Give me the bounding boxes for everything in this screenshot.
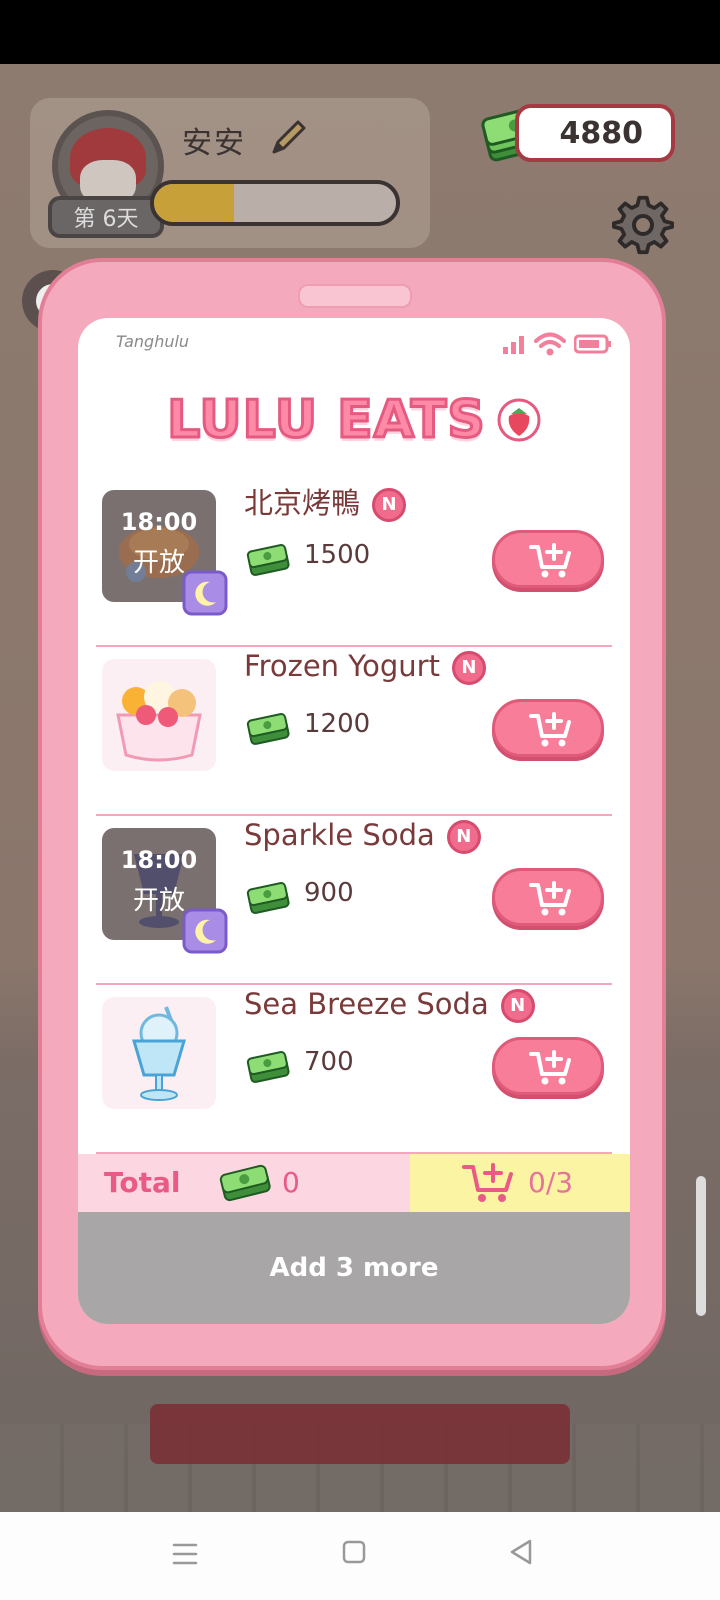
- back-triangle-icon[interactable]: [508, 1538, 534, 1566]
- moon-icon: [182, 570, 228, 616]
- sparkle-soda-thumbnail: 18:00 开放: [102, 828, 228, 954]
- cash-icon: [246, 713, 290, 745]
- cash-icon: [246, 544, 290, 576]
- list-item: Sea Breeze Soda N 700: [96, 985, 612, 1154]
- item-name: Frozen Yogurt N: [244, 649, 486, 685]
- frozen-yogurt-thumbnail: [102, 659, 216, 771]
- item-name-text: Sea Breeze Soda: [244, 987, 489, 1021]
- cart-section: 0/3: [410, 1154, 630, 1212]
- new-badge: N: [500, 989, 535, 1023]
- add-cart-icon: [529, 543, 571, 578]
- sea-breeze-soda-icon: [131, 1006, 187, 1101]
- item-price: 1200: [304, 709, 371, 739]
- counter-shelf: [150, 1404, 570, 1464]
- money-counter: 4880: [515, 104, 675, 162]
- sea-breeze-soda-thumbnail: [102, 997, 216, 1109]
- system-navigation-bar: [0, 1512, 720, 1600]
- logo-text: LULU EATS: [166, 389, 487, 452]
- total-section: Total 0: [78, 1154, 410, 1212]
- moon-icon: [182, 908, 228, 954]
- frozen-yogurt-icon: [116, 681, 202, 762]
- list-item: 18:00 开放 Sparkle Soda N 900: [96, 816, 612, 985]
- add-to-cart-button[interactable]: [492, 868, 604, 926]
- add-more-button[interactable]: Add 3 more: [78, 1212, 630, 1324]
- phone-status-app-name: Tanghulu: [116, 332, 190, 351]
- item-name: Sparkle Soda N: [244, 818, 481, 854]
- edge-handle[interactable]: [696, 1176, 706, 1316]
- item-name-text: Sparkle Soda: [244, 818, 435, 852]
- phone-screen: Tanghulu LULU EATS 18:00 开放 北京烤鴨 N 1500 …: [78, 318, 630, 1324]
- list-item: 18:00 开放 北京烤鴨 N 1500: [96, 478, 612, 647]
- item-name: 北京烤鴨 N: [244, 480, 407, 522]
- total-value: 0: [282, 1166, 300, 1199]
- add-cart-icon: [529, 712, 571, 747]
- gear-icon[interactable]: [612, 194, 674, 256]
- item-price: 700: [304, 1047, 354, 1077]
- xp-progress-bar: [150, 180, 400, 226]
- signal-icon: [503, 336, 524, 354]
- item-name-text: Frozen Yogurt: [244, 649, 440, 683]
- menu-item-list: 18:00 开放 北京烤鴨 N 1500 Frozen Yogurt N 120…: [96, 478, 612, 1154]
- lulu-eats-logo: LULU EATS: [78, 389, 630, 452]
- add-cart-icon: [529, 1050, 571, 1085]
- pencil-icon[interactable]: [268, 118, 308, 158]
- new-badge: N: [446, 820, 481, 854]
- wifi-icon: [534, 332, 566, 356]
- add-to-cart-button[interactable]: [492, 1037, 604, 1095]
- cash-icon: [246, 882, 290, 914]
- order-total-bar: Total 0 0/3: [78, 1154, 630, 1212]
- item-price: 1500: [304, 540, 371, 570]
- cart-count: 0/3: [528, 1166, 574, 1199]
- unlock-time: 18:00: [120, 846, 198, 874]
- add-cart-icon: [529, 881, 571, 916]
- phone-notch: [298, 284, 412, 308]
- unlock-time: 18:00: [120, 508, 198, 536]
- item-price: 900: [304, 878, 354, 908]
- total-label: Total: [104, 1166, 181, 1199]
- new-badge: N: [451, 651, 486, 685]
- new-badge: N: [372, 488, 407, 522]
- battery-icon: [574, 334, 611, 354]
- list-item: Frozen Yogurt N 1200: [96, 647, 612, 816]
- day-badge: 第 6天: [48, 196, 164, 238]
- xp-progress-fill: [154, 184, 234, 222]
- item-name: Sea Breeze Soda N: [244, 987, 535, 1023]
- lulu-eats-phone-modal: Tanghulu LULU EATS 18:00 开放 北京烤鴨 N 1500 …: [38, 258, 666, 1370]
- cash-icon: [219, 1164, 271, 1202]
- home-square-icon[interactable]: [342, 1540, 366, 1564]
- menu-icon[interactable]: [172, 1542, 198, 1566]
- roast-duck-thumbnail: 18:00 开放: [102, 490, 228, 616]
- strawberry-icon: [497, 398, 541, 442]
- add-to-cart-button[interactable]: [492, 699, 604, 757]
- cash-icon: [246, 1051, 290, 1083]
- cart-icon: [462, 1163, 513, 1202]
- player-name: 安安: [182, 126, 246, 161]
- add-to-cart-button[interactable]: [492, 530, 604, 588]
- system-status-bar: [0, 0, 720, 64]
- item-name-text: 北京烤鴨: [244, 486, 361, 520]
